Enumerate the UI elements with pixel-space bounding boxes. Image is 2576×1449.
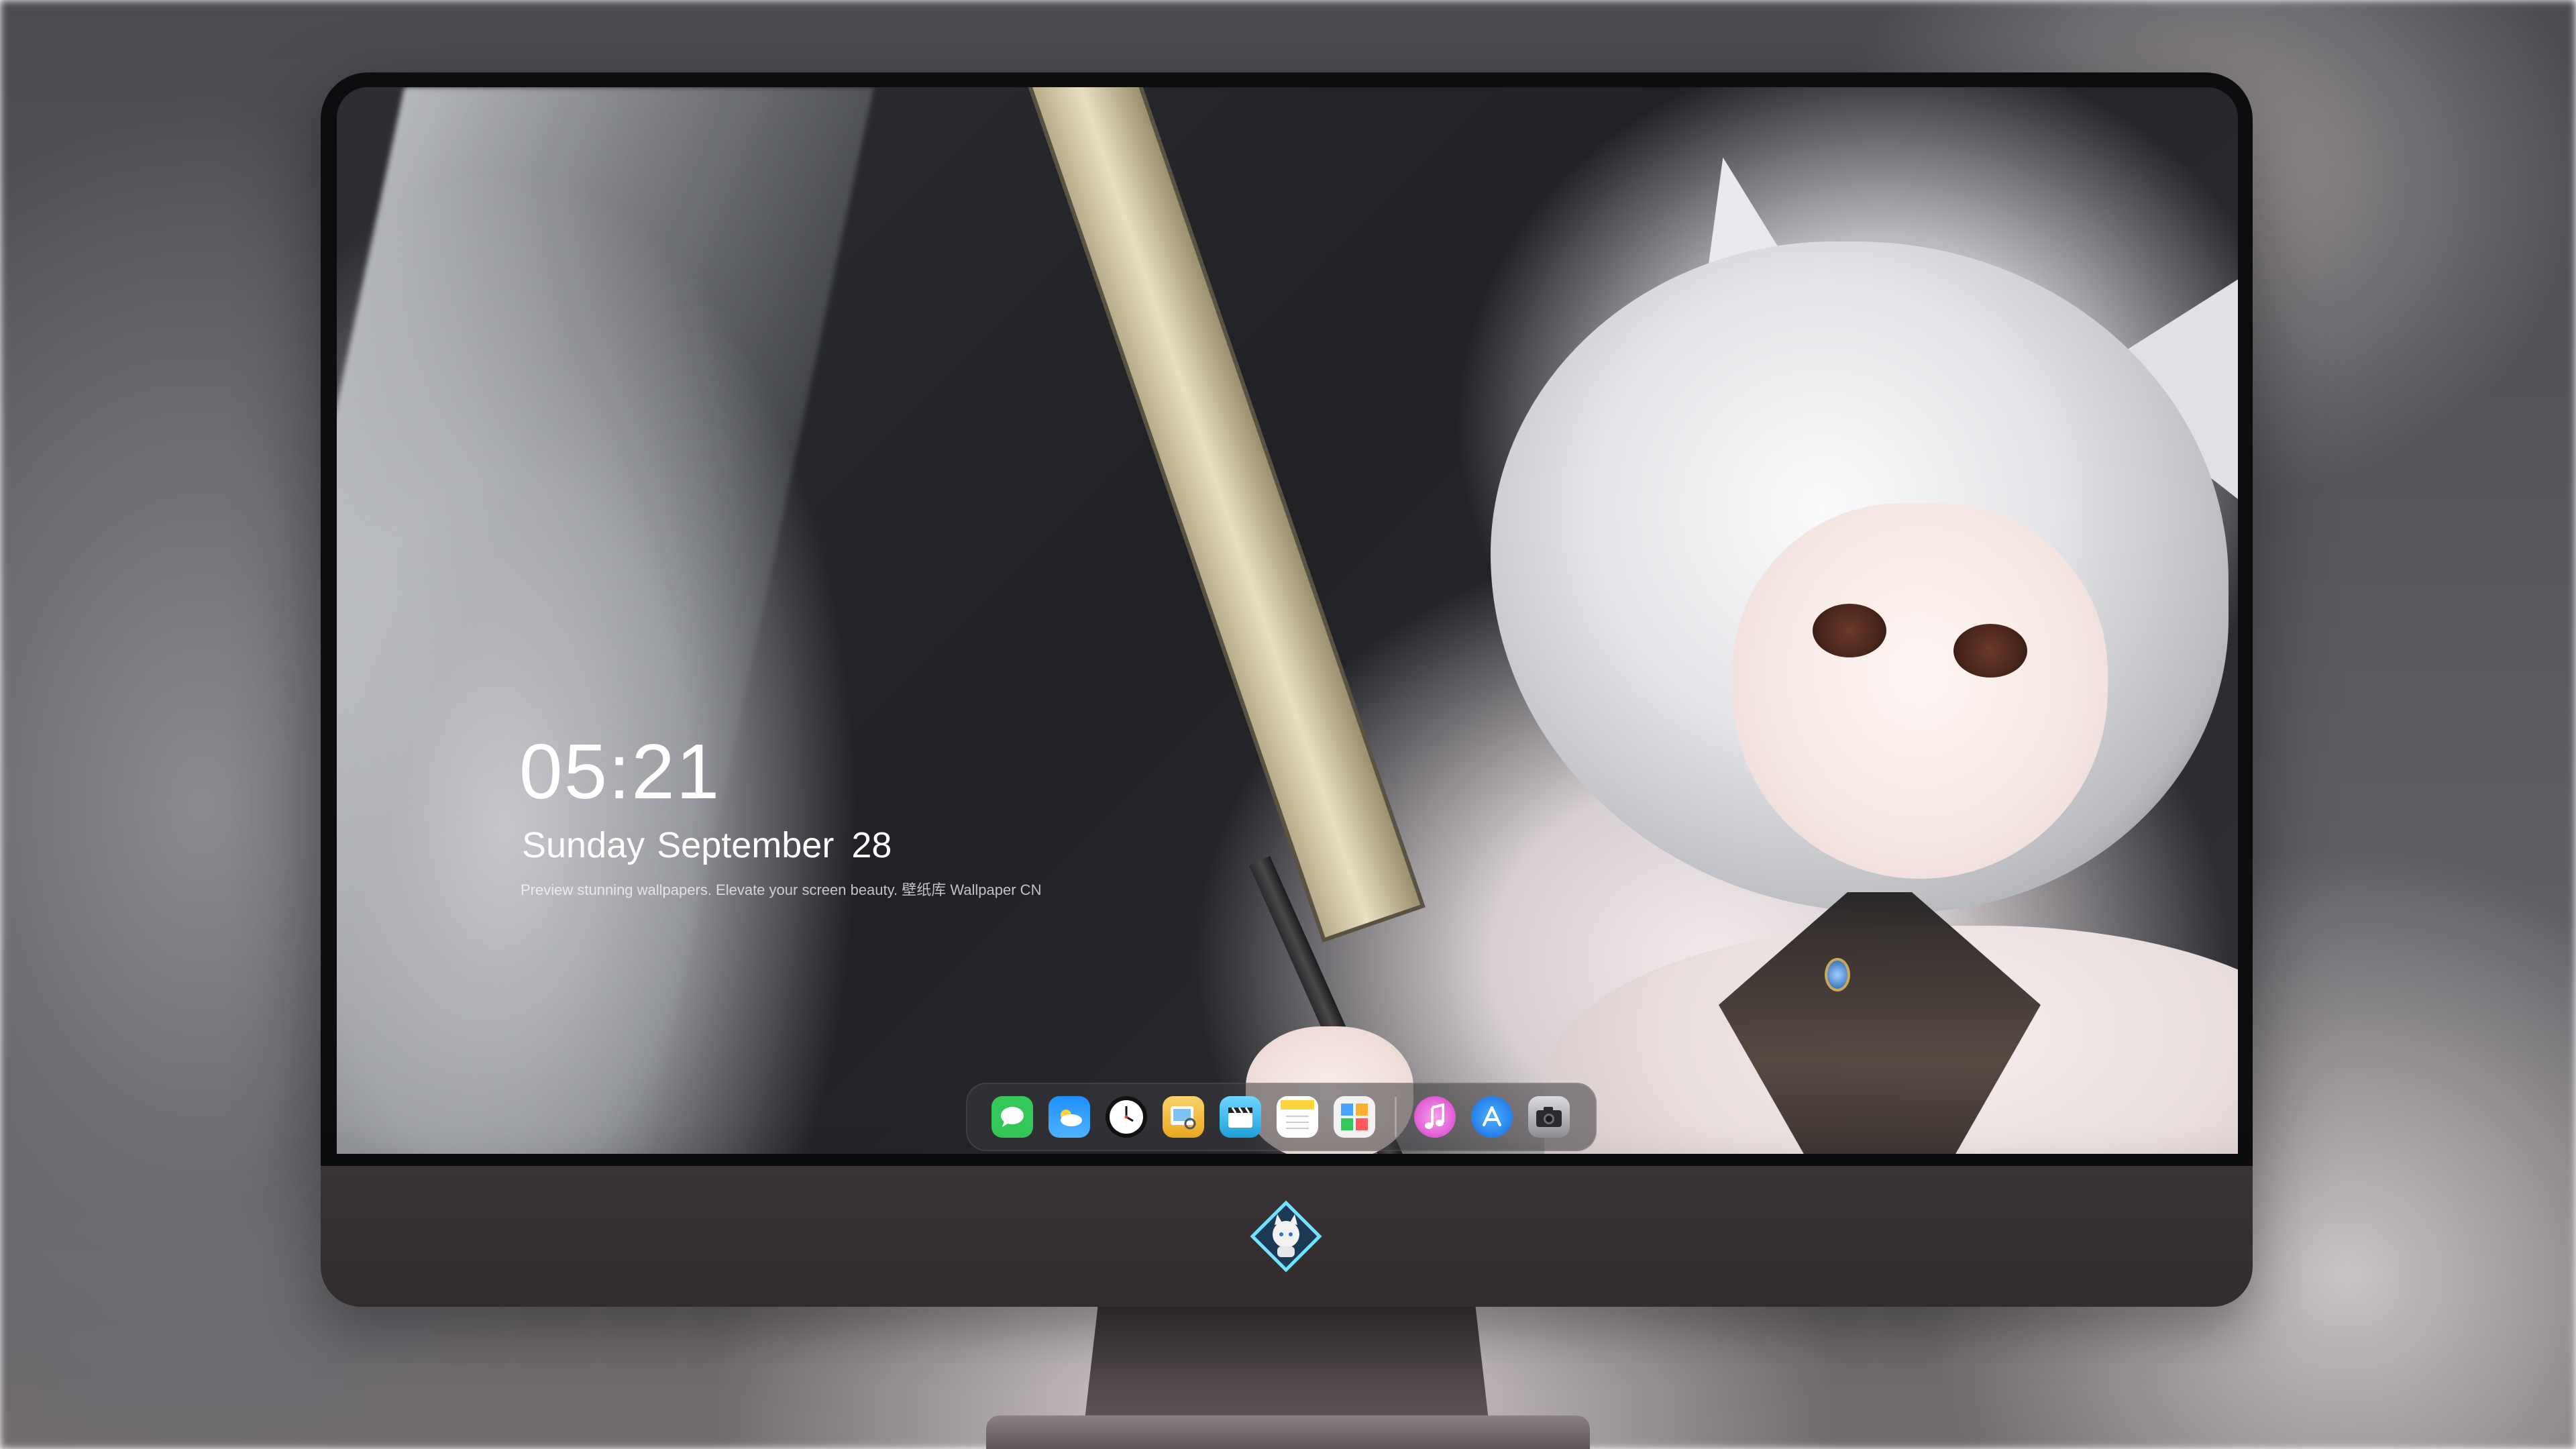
clapperboard-icon[interactable] bbox=[1220, 1096, 1261, 1138]
weather-icon[interactable] bbox=[1049, 1096, 1090, 1138]
music-icon[interactable] bbox=[1414, 1096, 1456, 1138]
wallpaper-curtain bbox=[337, 87, 874, 1154]
clock-icon[interactable] bbox=[1106, 1096, 1147, 1138]
notes-icon[interactable] bbox=[1277, 1096, 1318, 1138]
lockscreen-day: 28 bbox=[851, 825, 892, 865]
lockscreen-weekday: Sunday bbox=[522, 825, 645, 865]
monitor-stand-base bbox=[986, 1415, 1590, 1449]
preview-icon[interactable] bbox=[1163, 1096, 1204, 1138]
wallpaper-jewel bbox=[1825, 958, 1850, 991]
lockscreen-month: September bbox=[657, 825, 835, 865]
lockscreen-tagline: Preview stunning wallpapers. Elevate you… bbox=[521, 881, 1042, 898]
dock-separator bbox=[1395, 1097, 1397, 1137]
camera-icon[interactable] bbox=[1528, 1096, 1570, 1138]
wallpaper-character-eye bbox=[1813, 604, 1886, 657]
bezel-divider bbox=[321, 1154, 2253, 1166]
mascot-logo-icon bbox=[1249, 1199, 1323, 1273]
lockscreen-date: Sunday September 28 bbox=[522, 822, 892, 869]
wallpaper-character-eye bbox=[1953, 624, 2027, 678]
app-store-icon[interactable] bbox=[1471, 1096, 1513, 1138]
desktop-screen bbox=[337, 87, 2238, 1154]
wallpaper-character-face bbox=[1732, 503, 2108, 879]
dock bbox=[966, 1083, 1597, 1151]
messages-icon[interactable] bbox=[991, 1096, 1033, 1138]
photo-collage-icon[interactable] bbox=[1334, 1096, 1375, 1138]
wallpaper-staff bbox=[1014, 87, 1426, 943]
lockscreen-time: 05:21 bbox=[519, 728, 721, 815]
